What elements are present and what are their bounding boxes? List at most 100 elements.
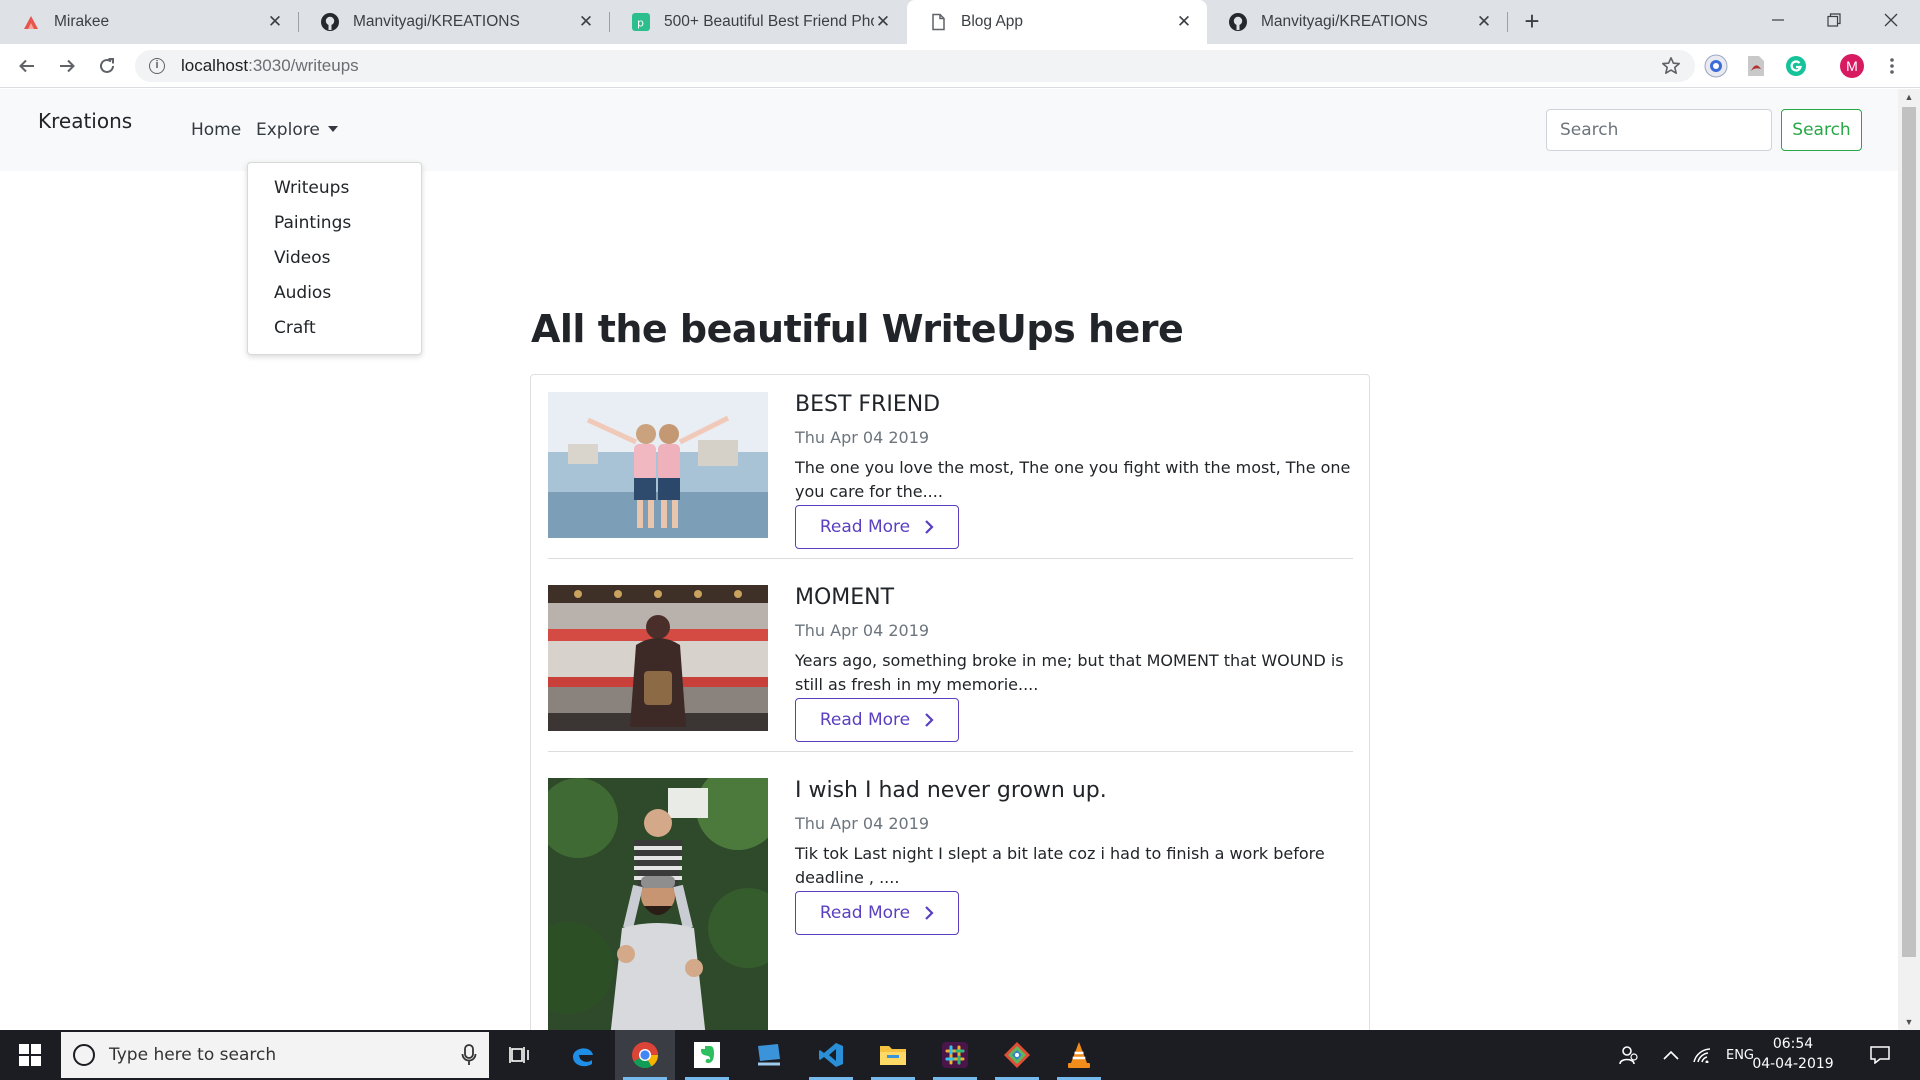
dropdown-item-videos[interactable]: Videos: [248, 241, 421, 276]
tab-blog-app[interactable]: Blog App ✕: [907, 0, 1207, 44]
close-tab-icon[interactable]: ✕: [874, 13, 892, 31]
tab-unsplash[interactable]: p 500+ Beautiful Best Friend Photo ✕: [610, 0, 906, 44]
tab-mirakee[interactable]: Mirakee ✕: [0, 0, 298, 44]
pdf-extension-icon[interactable]: [1744, 54, 1768, 78]
evernote-icon: [694, 1042, 720, 1068]
dropdown-item-paintings[interactable]: Paintings: [248, 206, 421, 241]
dropdown-item-audios[interactable]: Audios: [248, 276, 421, 311]
post-thumbnail-grown-up[interactable]: [548, 778, 768, 1030]
folder-icon: [880, 1046, 906, 1065]
edge-app[interactable]: [553, 1030, 613, 1080]
post-date: Thu Apr 04 2019: [795, 621, 930, 640]
read-more-button[interactable]: Read More: [795, 698, 959, 742]
taskbar-search-box[interactable]: Type here to search: [61, 1032, 489, 1078]
chrome-app[interactable]: [615, 1030, 675, 1080]
post-title[interactable]: BEST FRIEND: [795, 392, 940, 417]
reload-icon: [100, 58, 114, 73]
windows-logo-icon: [19, 1044, 41, 1066]
clock-time: 06:54: [1772, 1036, 1814, 1052]
taskbar-clock[interactable]: 06:54 04-04-2019: [1748, 1034, 1838, 1074]
tab-github-1[interactable]: Manvityagi/KREATIONS ✕: [299, 0, 609, 44]
vscode-app[interactable]: [801, 1030, 861, 1080]
close-window-button[interactable]: [1862, 0, 1920, 40]
github-icon: [1229, 13, 1247, 31]
post-title[interactable]: MOMENT: [795, 585, 894, 610]
vlc-app[interactable]: [1049, 1030, 1109, 1080]
taskbar-search-placeholder: Type here to search: [109, 1045, 277, 1065]
search-button[interactable]: Search: [1781, 109, 1862, 151]
slack-app[interactable]: [925, 1030, 985, 1080]
post-date: Thu Apr 04 2019: [795, 814, 930, 833]
tab-title: Mirakee: [54, 13, 110, 30]
read-more-button[interactable]: Read More: [795, 505, 959, 549]
close-tab-icon[interactable]: ✕: [1475, 13, 1493, 31]
start-button[interactable]: [0, 1030, 60, 1080]
extension-circle-icon[interactable]: [1704, 54, 1728, 78]
nav-explore-dropdown[interactable]: Explore: [256, 120, 338, 140]
people-tray[interactable]: [1612, 1030, 1646, 1080]
minimize-button[interactable]: [1749, 0, 1807, 40]
gitkraken-app[interactable]: [987, 1030, 1047, 1080]
post-date: Thu Apr 04 2019: [795, 428, 930, 447]
post-excerpt: Tik tok Last night I slept a bit late co…: [795, 844, 1325, 887]
read-more-button[interactable]: Read More: [795, 891, 959, 935]
explore-dropdown-menu: Writeups Paintings Videos Audios Craft: [247, 162, 422, 355]
scroll-down-icon[interactable]: ▼: [1898, 1014, 1920, 1030]
monitor-app-icon: [758, 1044, 780, 1066]
dropdown-item-writeups[interactable]: Writeups: [248, 171, 421, 206]
action-center-button[interactable]: [1862, 1030, 1898, 1080]
chrome-menu-icon[interactable]: [1880, 54, 1904, 78]
new-tab-button[interactable]: +: [1518, 8, 1546, 36]
list-item: I wish I had never grown up. Thu Apr 04 …: [548, 778, 1353, 1030]
close-tab-icon[interactable]: ✕: [577, 13, 595, 31]
github-icon: [321, 13, 339, 31]
evernote-app[interactable]: [677, 1030, 737, 1080]
microphone-icon[interactable]: [461, 1044, 477, 1066]
grammarly-icon[interactable]: [1784, 54, 1808, 78]
post-divider: [548, 558, 1353, 559]
post-thumbnail-best-friend[interactable]: [548, 392, 768, 538]
close-tab-icon[interactable]: ✕: [1175, 13, 1193, 31]
close-icon: [1884, 13, 1898, 27]
slack-icon: [942, 1042, 968, 1068]
people-icon: [1619, 1046, 1638, 1065]
address-bar[interactable]: i localhost:3030/writeups: [135, 50, 1695, 82]
page-scrollbar[interactable]: ▲ ▼: [1898, 89, 1920, 1030]
post-thumbnail-moment[interactable]: [548, 585, 768, 731]
search-input[interactable]: [1546, 109, 1772, 151]
scrollbar-thumb[interactable]: [1902, 107, 1916, 957]
writeups-card: BEST FRIEND Thu Apr 04 2019 The one you …: [530, 374, 1370, 1030]
brand-logo[interactable]: Kreations: [38, 109, 132, 133]
back-arrow-icon: [19, 59, 34, 73]
tab-github-2[interactable]: Manvityagi/KREATIONS ✕: [1207, 0, 1507, 44]
forward-button[interactable]: [53, 52, 81, 80]
scroll-up-icon[interactable]: ▲: [1898, 89, 1920, 105]
post-excerpt: The one you love the most, The one you f…: [795, 458, 1351, 501]
show-hidden-icons[interactable]: [1658, 1030, 1684, 1080]
close-tab-icon[interactable]: ✕: [266, 13, 284, 31]
caret-down-icon: [327, 126, 338, 132]
browser-tab-strip: Mirakee ✕ Manvityagi/KREATIONS ✕ p 500+ …: [0, 0, 1920, 44]
network-tray[interactable]: [1688, 1030, 1716, 1080]
page-icon: [929, 13, 947, 31]
profile-avatar[interactable]: M: [1840, 54, 1864, 78]
nav-home-link[interactable]: Home: [191, 120, 241, 140]
reload-button[interactable]: [93, 52, 121, 80]
post-title[interactable]: I wish I had never grown up.: [795, 778, 1107, 803]
back-button[interactable]: [13, 52, 41, 80]
read-more-label: Read More: [819, 710, 911, 730]
bookmark-star-icon[interactable]: [1661, 56, 1681, 81]
tab-title: Blog App: [961, 13, 1024, 30]
chevron-right-icon: [925, 906, 934, 920]
url-path: :3030/writeups: [248, 56, 359, 75]
site-info-icon[interactable]: i: [149, 58, 165, 74]
dropdown-item-craft[interactable]: Craft: [248, 311, 421, 346]
post-excerpt: Years ago, something broke in me; but th…: [795, 651, 1344, 694]
browser-toolbar: i localhost:3030/writeups M: [0, 44, 1920, 88]
restore-button[interactable]: [1805, 0, 1863, 40]
git-diamond-icon: [1004, 1042, 1030, 1068]
file-explorer-app[interactable]: [863, 1030, 923, 1080]
svg-text:p: p: [637, 17, 644, 30]
explorer-desktop-app[interactable]: [739, 1030, 799, 1080]
task-view-button[interactable]: [490, 1030, 550, 1080]
